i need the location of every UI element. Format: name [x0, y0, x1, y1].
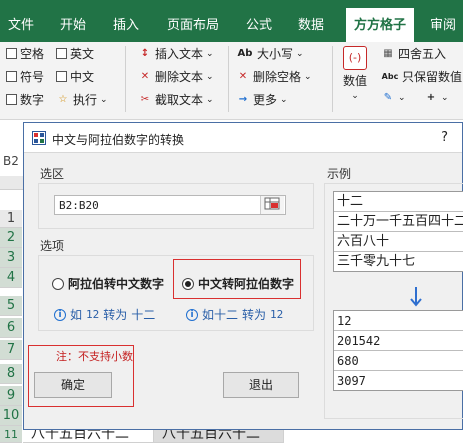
app-icon — [32, 131, 46, 145]
keep-value-button[interactable]: Abc 只保留数值 — [381, 68, 462, 85]
ok-button[interactable]: 确定 — [34, 372, 112, 398]
range-picker-icon — [264, 197, 280, 210]
radio-checked-icon — [182, 277, 194, 290]
row-header[interactable]: 1 — [0, 210, 22, 228]
ribbon-panel: 空格 英文 符号 中文 数字 ☆ 执行 ⌄ ↕ 插入文本 ⌄ ✕ 删除文本 ⌄ ✂ 截取文本 ⌄… — [0, 42, 463, 120]
example-row: 六百八十 — [334, 232, 463, 252]
note-text: 注：不支持小数 — [56, 350, 133, 363]
radio-arabic-to-chinese[interactable]: 阿拉伯转中文数字 — [52, 275, 164, 292]
example-row: 201542 — [334, 331, 463, 351]
chevron-down-icon: ⌄ — [304, 71, 312, 82]
tab-home[interactable]: 开始 — [60, 14, 86, 33]
ribbon-divider — [332, 46, 333, 112]
hint-chinese-to-arabic: i 如十二 转为 12 — [186, 306, 283, 323]
exit-button[interactable]: 退出 — [223, 372, 299, 398]
value-button[interactable]: (-) 数值 ⌄ — [343, 46, 367, 101]
ribbon-tab-bar: 文件 开始 插入 页面布局 公式 数据 方方格子 审阅 — [0, 0, 463, 42]
help-button[interactable]: ? — [441, 130, 448, 145]
range-input[interactable]: B2:B20 — [54, 195, 286, 215]
range-select-button[interactable] — [260, 196, 284, 214]
tab-insert[interactable]: 插入 — [113, 14, 139, 33]
row-header[interactable]: 8 — [0, 364, 22, 384]
case-button[interactable]: Ab 大小写 ⌄ — [236, 45, 304, 62]
ribbon-divider — [125, 46, 126, 112]
info-icon: i — [186, 308, 198, 321]
chevron-down-icon: ⌄ — [206, 71, 214, 82]
row-header[interactable]: 2 — [0, 228, 22, 248]
chevron-down-icon: ⌄ — [296, 48, 304, 59]
row-header[interactable]: 9 — [0, 386, 22, 406]
tab-data[interactable]: 数据 — [298, 14, 324, 33]
row-header[interactable]: 10 — [0, 406, 22, 426]
options-label: 选项 — [40, 239, 65, 253]
plus-icon: + — [426, 92, 436, 103]
row-header[interactable]: 7 — [0, 340, 22, 360]
chevron-down-icon: ⌄ — [398, 93, 406, 103]
rounding-button[interactable]: ▦ 四舍五入 — [381, 45, 446, 62]
info-icon: i — [54, 308, 66, 321]
tab-file[interactable]: 文件 — [8, 14, 34, 33]
tab-formulas[interactable]: 公式 — [246, 14, 272, 33]
rounding-icon: ▦ — [383, 47, 393, 59]
row-header[interactable]: 3 — [0, 248, 22, 268]
hint-arabic-to-chinese: i 如 12 转为 十二 — [54, 306, 155, 323]
range-label: 选区 — [40, 167, 65, 181]
value-icon: (-) — [343, 46, 367, 70]
arrow-right-icon: → — [238, 93, 248, 105]
checkbox-english[interactable]: 英文 — [56, 45, 94, 62]
more-button[interactable]: → 更多 ⌄ — [236, 91, 288, 108]
ribbon-divider — [228, 46, 229, 112]
radio-chinese-to-arabic[interactable]: 中文转阿拉伯数字 — [182, 275, 294, 292]
row-header[interactable]: 11 — [0, 426, 22, 443]
checkbox-symbols[interactable]: 符号 — [6, 68, 44, 85]
example-row: 三千零九十七 — [334, 252, 463, 271]
delete-text-icon: ✕ — [140, 70, 150, 82]
radio-unchecked-icon — [52, 277, 64, 290]
example-row: 12 — [334, 311, 463, 331]
example-arabic-table: 12 201542 680 3097 — [333, 310, 463, 391]
insert-text-icon: ↕ — [140, 47, 150, 59]
example-row: 十二 — [334, 192, 463, 212]
format-icon-button[interactable]: ✎ ⌄ — [381, 91, 406, 105]
chevron-down-icon: ⌄ — [206, 94, 214, 105]
column-header-corner — [0, 176, 23, 190]
extract-text-button[interactable]: ✂ 截取文本 ⌄ — [138, 91, 214, 108]
delete-spaces-icon: ✕ — [238, 70, 248, 82]
example-chinese-table: 十二 二十万一千五百四十二 六百八十 三千零九十七 — [333, 191, 463, 272]
tab-page-layout[interactable]: 页面布局 — [167, 14, 219, 33]
chevron-down-icon: ⌄ — [280, 94, 288, 105]
format-icon: ✎ — [383, 92, 393, 103]
checkbox-chinese[interactable]: 中文 — [56, 68, 94, 85]
chevron-down-icon: ⌄ — [100, 94, 108, 105]
chevron-down-icon: ⌄ — [351, 91, 359, 101]
dialog-title: 中文与阿拉伯数字的转换 — [52, 133, 185, 147]
keep-value-icon: Abc — [381, 71, 399, 81]
row-header[interactable]: 4 — [0, 268, 22, 288]
example-row: 二十万一千五百四十二 — [334, 212, 463, 232]
delete-text-button[interactable]: ✕ 删除文本 ⌄ — [138, 68, 214, 85]
row-header[interactable]: 6 — [0, 318, 22, 338]
checkbox-digits[interactable]: 数字 — [6, 91, 44, 108]
example-row: 680 — [334, 351, 463, 371]
tab-review[interactable]: 审阅 — [430, 14, 456, 33]
checkbox-spaces[interactable]: 空格 — [6, 45, 44, 62]
extract-text-icon: ✂ — [140, 93, 150, 105]
example-label: 示例 — [327, 167, 352, 181]
row-header[interactable]: 5 — [0, 296, 22, 316]
arrow-down-icon — [410, 287, 422, 307]
tab-fangfange[interactable]: 方方格子 — [346, 8, 415, 42]
case-icon: Ab — [237, 47, 253, 59]
chevron-down-icon: ⌄ — [441, 93, 449, 103]
execute-button[interactable]: ☆ 执行 ⌄ — [56, 91, 108, 108]
name-box[interactable]: B2 — [3, 154, 19, 168]
conversion-dialog: 中文与阿拉伯数字的转换 ? 选区 B2:B20 选项 阿拉伯转中文数字 中文转阿… — [23, 122, 463, 430]
example-row: 3097 — [334, 371, 463, 390]
chevron-down-icon: ⌄ — [206, 48, 214, 59]
insert-text-button[interactable]: ↕ 插入文本 ⌄ — [138, 45, 214, 62]
dialog-titlebar[interactable]: 中文与阿拉伯数字的转换 ? — [24, 123, 462, 153]
star-icon: ☆ — [58, 93, 68, 105]
delete-spaces-button[interactable]: ✕ 删除空格 ⌄ — [236, 68, 312, 85]
add-button[interactable]: + ⌄ — [424, 91, 449, 105]
